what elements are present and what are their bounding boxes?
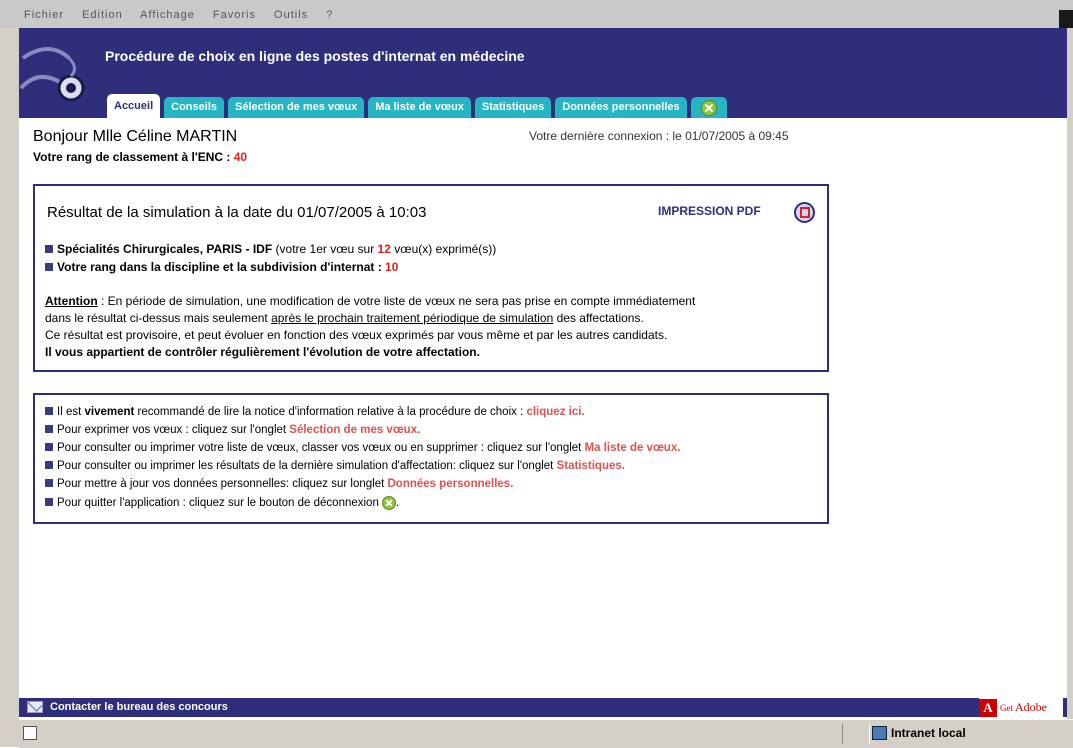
attention-line2-underlined: après le prochain traitement périodique … (271, 311, 554, 325)
instruction-text: Pour mettre à jour vos données personnel… (57, 478, 388, 490)
instruction-emphasis: vivement (84, 406, 135, 418)
attention-line-1: Attention : En période de simulation, un… (45, 294, 695, 308)
enc-rank-value: 40 (233, 150, 248, 164)
specialty-post: vœu(x) exprimé(s)) (390, 242, 497, 256)
bullet-icon (45, 443, 53, 451)
instruction-selection: Pour exprimer vos vœux : cliquez sur l'o… (45, 424, 420, 436)
instruction-logout: Pour quitter l'application : cliquez sur… (45, 496, 399, 510)
attention-line2-post: des affectations. (553, 311, 644, 325)
tab-donnees-personnelles[interactable]: Données personnelles (555, 97, 687, 118)
pdf-icon[interactable] (794, 202, 815, 223)
instruction-text: Pour quitter l'application : cliquez sur… (57, 497, 383, 510)
instruction-text: recommandé de lire la notice d'informati… (134, 406, 527, 418)
tab-conseils[interactable]: Conseils (164, 97, 224, 118)
security-zone-label: Intranet local (891, 726, 966, 740)
tab-statistiques[interactable]: Statistiques (474, 97, 552, 118)
greeting-text: Bonjour Mlle Céline MARTIN (33, 128, 238, 145)
adobe-brand-text: Adobe (1015, 700, 1047, 714)
enc-rank-label: Votre rang de classement à l'ENC : (33, 150, 234, 164)
page-status-icon (23, 726, 37, 740)
menu-affichage[interactable]: Affichage (140, 9, 195, 21)
simulation-result-panel: Résultat de la simulation à la date du 0… (33, 184, 829, 372)
app-header: Procédure de choix en ligne des postes d… (19, 28, 1067, 118)
app-footer: Contacter le bureau des concours A Get A… (19, 698, 1067, 717)
instruction-text: Pour consulter ou imprimer votre liste d… (57, 442, 585, 454)
bullet-icon (45, 407, 53, 415)
instruction-notice: Il est vivement recommandé de lire la no… (45, 406, 585, 418)
instruction-personal-data: Pour mettre à jour vos données personnel… (45, 478, 513, 490)
selection-link[interactable]: Sélection de mes vœux. (289, 424, 420, 436)
attention-line-4: Il vous appartient de contrôler régulièr… (45, 345, 480, 359)
notice-link[interactable]: cliquez ici. (526, 406, 584, 418)
bullet-icon (45, 263, 53, 271)
instruction-text: Pour consulter ou imprimer les résultats… (57, 460, 557, 472)
instruction-text: Pour exprimer vos vœux : cliquez sur l'o… (57, 424, 290, 436)
attention-line-2: dans le résultat ci-dessus mais seulemen… (45, 311, 644, 325)
wish-list-link[interactable]: Ma liste de vœux. (585, 442, 681, 454)
attention-line-3: Ce résultat est provisoire, et peut évol… (45, 328, 668, 342)
logout-icon (700, 99, 717, 116)
personal-data-link[interactable]: Données personnelles. (388, 478, 514, 490)
result-rank-line: Votre rang dans la discipline et la subd… (45, 260, 398, 274)
status-segment (842, 724, 870, 744)
bullet-icon (45, 479, 53, 487)
adobe-get-text: Get (1000, 702, 1013, 713)
print-pdf-link[interactable]: IMPRESSION PDF (658, 204, 761, 218)
attention-text: : En période de simulation, une modifica… (97, 294, 696, 308)
menu-edition[interactable]: Edition (82, 9, 123, 21)
discipline-rank-value: 10 (385, 260, 399, 274)
tab-accueil[interactable]: Accueil (107, 94, 161, 118)
enc-rank: Votre rang de classement à l'ENC : 40 (33, 150, 247, 164)
attention-label: Attention (45, 294, 98, 308)
menu-fichier[interactable]: Fichier (24, 9, 64, 21)
browser-menubar: Fichier Edition Affichage Favoris Outils… (0, 0, 1073, 28)
contact-link[interactable]: Contacter le bureau des concours (50, 701, 228, 713)
menu-favoris[interactable]: Favoris (213, 9, 256, 21)
menu-help[interactable]: ? (326, 9, 333, 21)
result-title: Résultat de la simulation à la date du 0… (47, 204, 427, 221)
attention-line2-pre: dans le résultat ci-dessus mais seulemen… (45, 311, 272, 325)
specialty-pre: (votre 1er vœu sur (272, 242, 378, 256)
bullet-icon (45, 498, 53, 507)
bullet-icon (45, 461, 53, 469)
tab-selection-voeux[interactable]: Sélection de mes vœux (228, 97, 365, 118)
browser-status-bar: Intranet local (19, 719, 1073, 748)
instruction-text: Il est (57, 406, 85, 418)
tab-liste-voeux[interactable]: Ma liste de vœux (368, 97, 471, 118)
menu-items: Fichier Edition Affichage Favoris Outils… (24, 9, 347, 21)
wish-count: 12 (377, 242, 391, 256)
tab-logout[interactable] (690, 97, 727, 118)
result-specialty-line: Spécialités Chirurgicales, PARIS - IDF (… (45, 242, 496, 256)
get-adobe-reader-badge[interactable]: A Get Adobe (979, 698, 1063, 717)
specialty-label: Spécialités Chirurgicales, PARIS - IDF (57, 242, 273, 256)
envelope-icon (27, 701, 43, 713)
bullet-icon (45, 245, 53, 253)
statistics-link[interactable]: Statistiques. (557, 460, 625, 472)
intranet-zone-icon (872, 726, 887, 740)
right-window-edge (1067, 28, 1073, 728)
app-title: Procédure de choix en ligne des postes d… (105, 48, 525, 64)
browser-throbber (1059, 10, 1073, 28)
last-connection: Votre dernière connexion : le 01/07/2005… (529, 129, 789, 143)
menu-outils[interactable]: Outils (274, 9, 308, 21)
logout-icon[interactable] (382, 496, 397, 510)
discipline-rank-label: Votre rang dans la discipline et la subd… (57, 260, 386, 274)
instruction-text: . (396, 497, 400, 510)
instruction-list: Pour consulter ou imprimer votre liste d… (45, 442, 680, 454)
adobe-logo-icon: A (979, 698, 997, 717)
tab-bar: Accueil Conseils Sélection de mes vœux M… (107, 94, 731, 118)
instructions-panel: Il est vivement recommandé de lire la no… (33, 393, 829, 524)
left-window-edge (0, 0, 19, 747)
instruction-statistics: Pour consulter ou imprimer les résultats… (45, 460, 625, 472)
bullet-icon (45, 425, 53, 433)
stethoscope-icon (19, 47, 85, 102)
